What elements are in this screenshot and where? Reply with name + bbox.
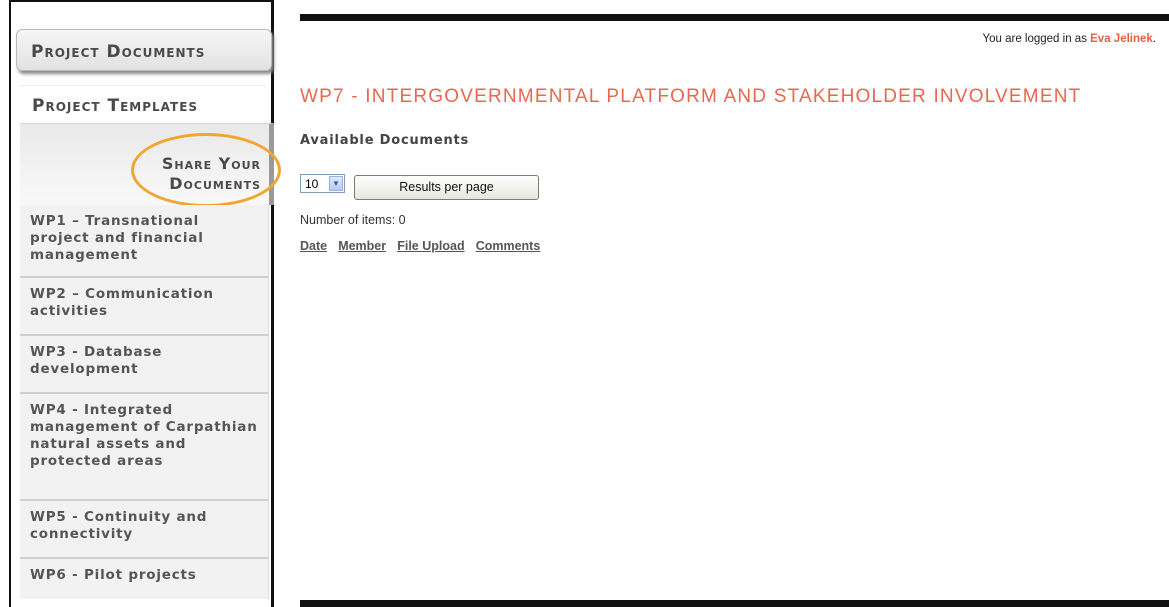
highlight-circle: [131, 133, 281, 207]
item-count: Number of items: 0: [300, 213, 406, 227]
section-heading: Available Documents: [300, 133, 470, 148]
sidebar-item-wp6[interactable]: WP6 - Pilot projects: [20, 559, 269, 599]
results-per-page-button[interactable]: Results per page: [354, 175, 539, 200]
nav-project-templates[interactable]: Project Templates: [20, 85, 266, 123]
chevron-down-icon[interactable]: ▼: [329, 176, 343, 191]
sidebar-item-wp5[interactable]: WP5 - Continuity and connectivity: [20, 501, 269, 559]
results-per-page-select[interactable]: 10 ▼: [300, 174, 345, 193]
sidebar-item-wp2[interactable]: WP2 – Communication activities: [20, 278, 269, 336]
top-divider: [300, 14, 1169, 21]
login-suffix: .: [1152, 33, 1156, 45]
login-prefix: You are logged in as: [982, 33, 1091, 45]
sidebar-item-wp1[interactable]: WP1 – Transnational project and financia…: [20, 205, 269, 278]
column-date[interactable]: Date: [300, 239, 327, 253]
column-comments[interactable]: Comments: [476, 239, 541, 253]
column-member[interactable]: Member: [338, 239, 386, 253]
column-headers: Date Member File Upload Comments: [300, 235, 546, 254]
login-status: You are logged in as Eva Jelinek.: [983, 33, 1157, 45]
select-value: 10: [305, 177, 319, 191]
column-file-upload[interactable]: File Upload: [397, 239, 464, 253]
nav-project-documents[interactable]: Project Documents: [16, 29, 272, 71]
page-title: WP7 - INTERGOVERNMENTAL PLATFORM AND STA…: [300, 86, 1082, 107]
sidebar-item-wp3[interactable]: WP3 - Database development: [20, 336, 269, 394]
sidebar-item-wp4[interactable]: WP4 - Integrated management of Carpathia…: [20, 394, 269, 501]
user-link[interactable]: Eva Jelinek: [1090, 33, 1153, 45]
bottom-divider: [300, 600, 1169, 607]
work-package-list: WP1 – Transnational project and financia…: [20, 205, 269, 599]
